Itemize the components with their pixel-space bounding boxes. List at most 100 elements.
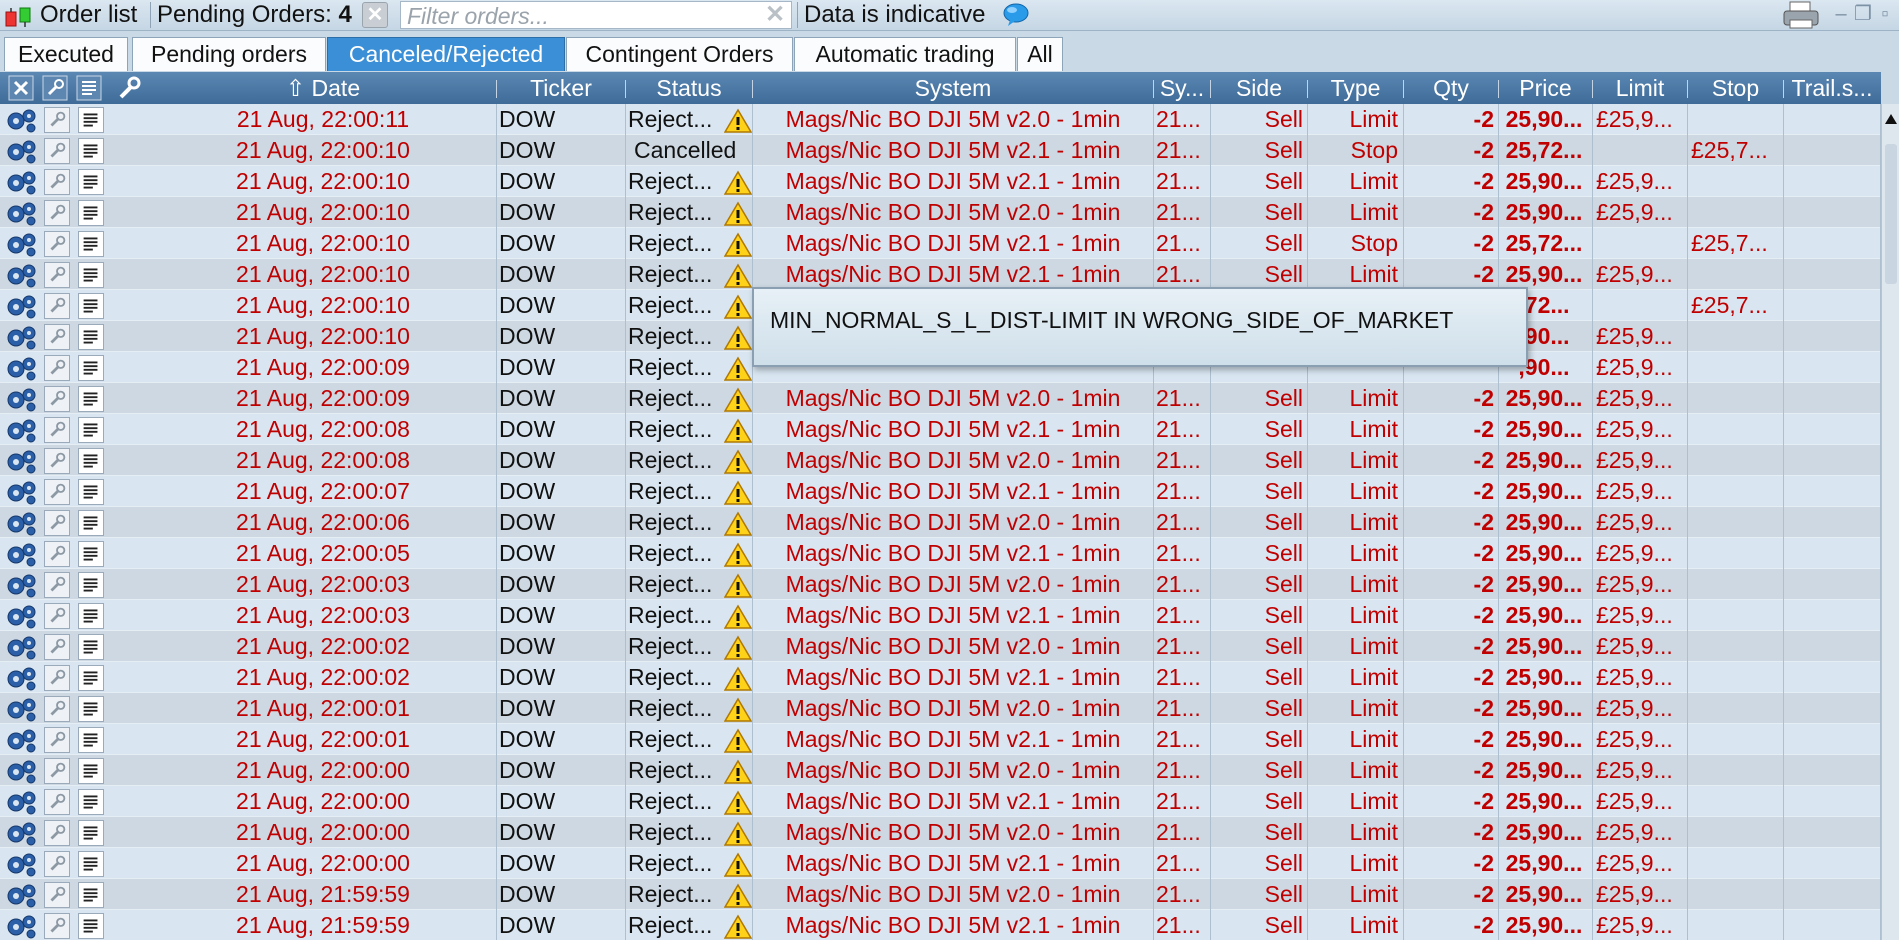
warning-icon[interactable]	[724, 635, 752, 660]
column-limit[interactable]: Limit	[1593, 72, 1687, 104]
settings-gears-icon[interactable]	[4, 572, 38, 598]
order-details-icon[interactable]	[78, 355, 104, 381]
settings-gears-icon[interactable]	[4, 541, 38, 567]
edit-order-icon[interactable]	[44, 386, 70, 412]
order-details-icon[interactable]	[78, 138, 104, 164]
cancel-all-icon[interactable]	[8, 75, 34, 101]
table-row[interactable]: 21 Aug, 22:00:00 DOW Reject... Mags/Nic BO …	[0, 755, 1881, 786]
table-row[interactable]: 21 Aug, 21:59:59 DOW Reject... Mags/Nic BO …	[0, 910, 1881, 940]
order-details-icon[interactable]	[78, 510, 104, 536]
edit-order-icon[interactable]	[44, 417, 70, 443]
column-system[interactable]: System	[753, 72, 1153, 104]
column-stop[interactable]: Stop	[1688, 72, 1783, 104]
warning-icon[interactable]	[724, 852, 752, 877]
warning-icon[interactable]	[724, 232, 752, 257]
edit-order-icon[interactable]	[44, 541, 70, 567]
warning-icon[interactable]	[724, 387, 752, 412]
settings-gears-icon[interactable]	[4, 138, 38, 164]
tab-executed[interactable]: Executed	[4, 37, 128, 71]
table-row[interactable]: 21 Aug, 22:00:08 DOW Reject... Mags/Nic BO …	[0, 445, 1881, 476]
tab-automatic-trading[interactable]: Automatic trading	[794, 37, 1016, 71]
order-details-icon[interactable]	[78, 572, 104, 598]
order-details-icon[interactable]	[78, 386, 104, 412]
warning-icon[interactable]	[724, 449, 752, 474]
edit-order-icon[interactable]	[44, 851, 70, 877]
edit-order-icon[interactable]	[44, 913, 70, 939]
warning-icon[interactable]	[724, 418, 752, 443]
order-details-icon[interactable]	[78, 541, 104, 567]
table-row[interactable]: 21 Aug, 22:00:10 DOW Reject... Mags/Nic BO …	[0, 197, 1881, 228]
settings-gears-icon[interactable]	[4, 107, 38, 133]
order-details-icon[interactable]	[78, 479, 104, 505]
column-ticker[interactable]: Ticker	[497, 72, 625, 104]
clear-filter-icon[interactable]: ✕	[763, 3, 787, 27]
table-row[interactable]: 21 Aug, 22:00:10 DOW Reject... Mags/Nic BO …	[0, 228, 1881, 259]
edit-order-icon[interactable]	[44, 727, 70, 753]
warning-icon[interactable]	[724, 821, 752, 846]
column-qty[interactable]: Qty	[1404, 72, 1498, 104]
order-details-icon[interactable]	[78, 820, 104, 846]
close-window-button[interactable]: ▫	[1874, 2, 1896, 26]
details-all-icon[interactable]	[76, 75, 102, 101]
order-details-icon[interactable]	[78, 851, 104, 877]
settings-gears-icon[interactable]	[4, 789, 38, 815]
warning-icon[interactable]	[724, 604, 752, 629]
table-row[interactable]: 21 Aug, 21:59:59 DOW Reject... Mags/Nic BO …	[0, 879, 1881, 910]
table-row[interactable]: 21 Aug, 22:00:11 DOW Reject... Mags/Nic BO …	[0, 104, 1881, 135]
order-details-icon[interactable]	[78, 882, 104, 908]
settings-gears-icon[interactable]	[4, 634, 38, 660]
settings-gears-icon[interactable]	[4, 696, 38, 722]
table-row[interactable]: 21 Aug, 22:00:03 DOW Reject... Mags/Nic BO …	[0, 600, 1881, 631]
column-side[interactable]: Side	[1211, 72, 1307, 104]
order-details-icon[interactable]	[78, 727, 104, 753]
warning-icon[interactable]	[724, 914, 752, 939]
edit-order-icon[interactable]	[44, 324, 70, 350]
edit-order-icon[interactable]	[44, 665, 70, 691]
warning-icon[interactable]	[724, 263, 752, 288]
warning-icon[interactable]	[724, 666, 752, 691]
edit-order-icon[interactable]	[44, 603, 70, 629]
clear-pending-button[interactable]: ✕	[362, 2, 388, 28]
scroll-up-arrow-icon[interactable]	[1885, 114, 1897, 124]
table-row[interactable]: 21 Aug, 22:00:10 DOW Reject... Mags/Nic BO …	[0, 259, 1881, 290]
settings-gears-icon[interactable]	[4, 727, 38, 753]
restore-button[interactable]: ❐	[1852, 2, 1874, 26]
column-trailing-stop[interactable]: Trail.s...	[1784, 72, 1880, 104]
column-date[interactable]: ⇧ Date	[150, 72, 496, 104]
warning-icon[interactable]	[724, 542, 752, 567]
tab-canceled-rejected[interactable]: Canceled/Rejected	[327, 37, 565, 71]
edit-order-icon[interactable]	[44, 882, 70, 908]
order-details-icon[interactable]	[78, 758, 104, 784]
minimize-button[interactable]: –	[1830, 2, 1852, 26]
edit-order-icon[interactable]	[44, 758, 70, 784]
warning-icon[interactable]	[724, 728, 752, 753]
edit-order-icon[interactable]	[44, 293, 70, 319]
edit-order-icon[interactable]	[44, 820, 70, 846]
settings-gears-icon[interactable]	[4, 417, 38, 443]
edit-order-icon[interactable]	[44, 448, 70, 474]
settings-gears-icon[interactable]	[4, 169, 38, 195]
settings-gears-icon[interactable]	[4, 293, 38, 319]
order-details-icon[interactable]	[78, 603, 104, 629]
settings-gears-icon[interactable]	[4, 913, 38, 939]
settings-gears-icon[interactable]	[4, 386, 38, 412]
edit-order-icon[interactable]	[44, 789, 70, 815]
warning-icon[interactable]	[724, 511, 752, 536]
settings-gears-icon[interactable]	[4, 851, 38, 877]
settings-gears-icon[interactable]	[4, 231, 38, 257]
edit-order-icon[interactable]	[44, 200, 70, 226]
order-details-icon[interactable]	[78, 913, 104, 939]
settings-gears-icon[interactable]	[4, 882, 38, 908]
order-details-icon[interactable]	[78, 448, 104, 474]
table-row[interactable]: 21 Aug, 22:00:01 DOW Reject... Mags/Nic BO …	[0, 724, 1881, 755]
warning-icon[interactable]	[724, 294, 752, 319]
order-details-icon[interactable]	[78, 696, 104, 722]
settings-gears-icon[interactable]	[4, 479, 38, 505]
warning-icon[interactable]	[724, 759, 752, 784]
edit-order-icon[interactable]	[44, 355, 70, 381]
column-settings-icon[interactable]	[116, 75, 142, 101]
settings-gears-icon[interactable]	[4, 324, 38, 350]
order-details-icon[interactable]	[78, 789, 104, 815]
table-row[interactable]: 21 Aug, 22:00:10 DOW Reject... Mags/Nic BO …	[0, 166, 1881, 197]
edit-order-icon[interactable]	[44, 231, 70, 257]
